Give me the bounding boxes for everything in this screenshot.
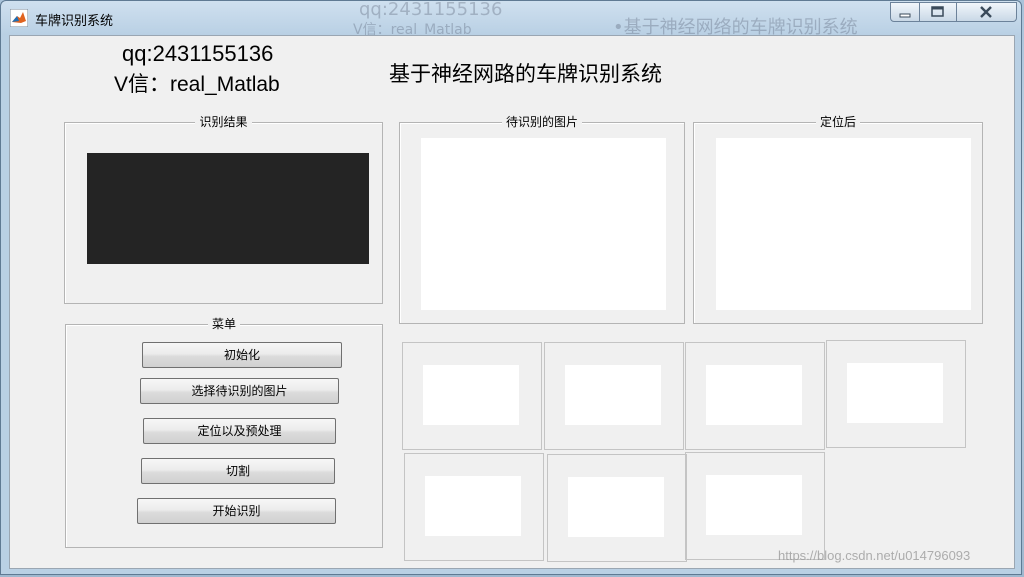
figure-client-area: qq:2431155136 V信：real_Matlab 基于神经网路的车牌识别… [9,35,1015,569]
qq-contact-text: qq:2431155136 [122,41,274,66]
result-panel-title: 识别结果 [195,115,252,129]
char-axes-6 [568,477,664,537]
app-window: 车牌识别系统 qq:2431155136 V信：real_Matlab •基于神… [0,0,1022,575]
char-axes-4 [847,363,943,423]
located-image-panel-title: 定位后 [815,115,860,129]
located-image-axes [716,138,971,310]
char-axes-5 [425,476,521,536]
char-axes-1 [423,365,519,425]
maximize-button[interactable] [920,2,957,22]
char-cell-6 [547,454,687,562]
menu-panel: 菜单 初始化 选择待识别的图片 定位以及预处理 切割 开始识别 [65,317,383,548]
char-axes-7 [706,475,802,535]
window-title: 车牌识别系统 [35,14,114,29]
watermark-text: https://blog.csdn.net/u014796093 [778,548,971,563]
start-recognition-button[interactable]: 开始识别 [137,498,336,524]
char-cell-7 [685,452,825,560]
minimize-icon [899,13,911,18]
init-button[interactable]: 初始化 [142,342,342,368]
char-axes-2 [565,365,661,425]
char-cell-4 [826,340,966,448]
char-axes-3 [706,365,802,425]
char-cell-3 [685,342,825,450]
locate-preprocess-button[interactable]: 定位以及预处理 [143,418,336,444]
system-title: 基于神经网路的车牌识别系统 [389,63,662,86]
segment-button[interactable]: 切割 [141,458,335,484]
close-button[interactable] [957,2,1017,22]
menu-panel-title: 菜单 [207,317,240,331]
ghost-qq-text: qq:2431155136 [359,0,503,20]
input-image-axes [421,138,666,310]
close-icon [980,6,992,18]
minimize-button[interactable] [890,2,920,22]
matlab-icon [10,9,28,27]
wechat-contact-text: V信：real_Matlab [114,73,280,96]
input-image-panel: 待识别的图片 [399,115,685,324]
maximize-icon [931,6,944,17]
input-image-panel-title: 待识别的图片 [501,115,582,129]
char-cell-5 [404,453,544,561]
char-cell-2 [544,342,684,450]
select-image-button[interactable]: 选择待识别的图片 [140,378,339,404]
char-cell-1 [402,342,542,450]
title-bar[interactable]: 车牌识别系统 qq:2431155136 V信：real_Matlab •基于神… [1,0,1023,38]
result-display [87,153,369,264]
result-panel: 识别结果 [64,115,383,304]
located-image-panel: 定位后 [693,115,983,324]
